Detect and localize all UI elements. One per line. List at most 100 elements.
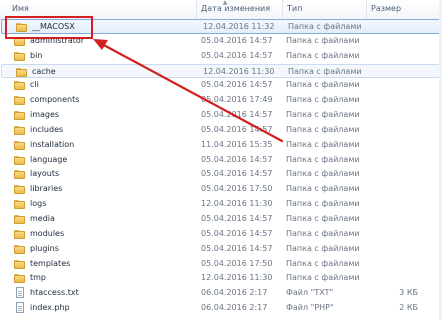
file-type: Файл "TXT" <box>286 288 334 298</box>
file-name: cli <box>30 80 39 90</box>
file-date: 05.04.2016 14:57 <box>201 50 273 60</box>
file-date: 05.04.2016 14:57 <box>201 35 273 45</box>
file-date: 05.04.2016 17:50 <box>201 184 273 194</box>
file-row[interactable]: components 05.04.2016 17:49 Папка с файлам… <box>0 93 442 108</box>
file-row[interactable]: layouts 05.04.2016 14:57 Папка с файлами <box>0 167 442 182</box>
folder-icon <box>14 155 26 165</box>
file-row[interactable]: index.php 06.04.2016 2:17 Файл "PHP" 2 КБ <box>0 301 442 316</box>
folder-icon <box>16 67 28 77</box>
file-date: 05.04.2016 14:57 <box>201 154 273 164</box>
file-name: modules <box>30 228 65 238</box>
file-date: 05.04.2016 14:57 <box>201 228 273 238</box>
annotation-highlight-box <box>5 16 93 39</box>
column-header-date[interactable]: Дата изменения <box>196 0 282 19</box>
file-date: 06.04.2016 2:17 <box>201 288 268 298</box>
file-type: Папка с файлами <box>286 50 360 60</box>
folder-icon <box>14 184 26 195</box>
file-date: 12.04.2016 11:30 <box>201 273 273 283</box>
file-name: tmp <box>30 273 47 283</box>
file-name: includes <box>30 124 64 134</box>
folder-icon <box>14 169 26 180</box>
folder-icon <box>14 51 26 61</box>
file-name: language <box>30 154 68 164</box>
file-type: Папка с файлами <box>286 169 360 179</box>
file-date: 05.04.2016 14:57 <box>201 169 273 179</box>
file-row[interactable]: libraries 05.04.2016 17:50 Папка с файлами <box>0 182 442 197</box>
file-row[interactable]: images 05.04.2016 14:57 Папка с файлами <box>0 108 442 123</box>
folder-icon <box>14 95 26 106</box>
file-name: layouts <box>30 169 60 179</box>
column-header-type[interactable]: Тип <box>282 0 366 19</box>
file-type: Папка с файлами <box>286 273 360 283</box>
file-type: Папка с файлами <box>286 228 360 238</box>
file-name: libraries <box>30 184 63 194</box>
column-header-size[interactable]: Размер <box>366 0 440 19</box>
file-date: 11.04.2016 15:35 <box>201 139 273 149</box>
file-row[interactable]: plugins 05.04.2016 14:57 Папка с файлами <box>0 242 442 257</box>
folder-icon <box>14 125 26 135</box>
folder-icon <box>14 244 26 254</box>
file-date: 05.04.2016 17:49 <box>201 95 273 105</box>
file-row[interactable]: cache 12.04.2016 11:30 Папка с файлами <box>1 63 441 79</box>
file-row[interactable]: templates 05.04.2016 17:50 Папка с файлами <box>0 257 442 272</box>
file-date: 12.04.2016 11:30 <box>203 66 275 76</box>
file-type: Папка с файлами <box>288 22 362 31</box>
folder-icon <box>14 80 26 91</box>
file-row[interactable]: media 05.04.2016 14:57 Папка с файлами <box>0 212 442 227</box>
file-name: htaccess.txt <box>30 288 79 298</box>
folder-icon <box>14 229 26 239</box>
folder-icon <box>14 259 26 269</box>
file-date: 12.04.2016 11:30 <box>201 199 273 209</box>
file-row[interactable]: logs 12.04.2016 11:30 Папка с файлами <box>0 197 442 212</box>
file-type: Папка с файлами <box>286 213 360 223</box>
file-date: 06.04.2016 2:17 <box>201 303 268 313</box>
document-icon <box>16 287 24 299</box>
file-name: images <box>30 110 60 120</box>
file-name: templates <box>30 258 71 268</box>
file-name: index.php <box>30 303 70 313</box>
file-type: Файл "PHP" <box>286 303 334 313</box>
file-date: 05.04.2016 14:57 <box>201 243 273 253</box>
file-row[interactable]: modules 05.04.2016 14:57 Папка с файлами <box>0 227 442 242</box>
file-list-view: Имя ▲ Дата изменения Тип Размер __MACOSX… <box>0 0 442 320</box>
file-date: 12.04.2016 11:32 <box>203 22 275 31</box>
file-type: Папка с файлами <box>286 199 360 209</box>
file-date: 05.04.2016 14:57 <box>201 110 273 120</box>
folder-icon <box>14 273 26 284</box>
file-type: Папка с файлами <box>286 243 360 253</box>
file-size: 2 КБ <box>399 303 418 313</box>
folder-icon <box>14 214 26 224</box>
folder-icon <box>14 199 26 210</box>
file-size: 3 КБ <box>399 288 418 298</box>
file-row[interactable]: language 05.04.2016 14:57 Папка с файлами <box>0 153 442 168</box>
folder-icon <box>14 140 26 150</box>
file-date: 05.04.2016 17:50 <box>201 258 273 268</box>
file-row[interactable]: includes 05.04.2016 14:57 Папка с файлами <box>0 123 442 138</box>
document-icon <box>16 302 24 314</box>
file-name: components <box>30 95 80 105</box>
file-row[interactable]: installation 11.04.2016 15:35 Папка с файл… <box>0 138 442 153</box>
file-type: Папка с файлами <box>286 95 360 105</box>
file-type: Папка с файлами <box>286 110 360 120</box>
file-type: Папка с файлами <box>286 139 360 149</box>
file-row[interactable]: tmp 12.04.2016 11:30 Папка с файлами <box>0 271 442 286</box>
file-row[interactable]: htaccess.txt 06.04.2016 2:17 Файл "TXT" 3 К… <box>0 286 442 301</box>
file-row[interactable]: bin 05.04.2016 14:57 Папка с файлами <box>0 49 442 64</box>
folder-icon <box>14 110 26 121</box>
file-type: Папка с файлами <box>286 124 360 134</box>
file-name: bin <box>30 50 43 60</box>
file-name: cache <box>32 66 56 76</box>
file-type: Папка с файлами <box>286 258 360 268</box>
file-type: Папка с файлами <box>286 35 360 45</box>
file-type: Папка с файлами <box>286 154 360 164</box>
file-row[interactable]: cli 05.04.2016 14:57 Папка с файлами <box>0 78 442 93</box>
file-date: 05.04.2016 14:57 <box>201 124 273 134</box>
file-date: 05.04.2016 14:57 <box>201 80 273 90</box>
file-name: plugins <box>30 243 59 253</box>
file-type: Папка с файлами <box>286 184 360 194</box>
file-name: installation <box>30 139 75 149</box>
file-name: logs <box>30 199 47 209</box>
file-type: Папка с файлами <box>288 66 362 76</box>
file-name: media <box>30 213 55 223</box>
file-rows: __MACOSX 12.04.2016 11:32 Папка с файлами a… <box>0 19 442 316</box>
